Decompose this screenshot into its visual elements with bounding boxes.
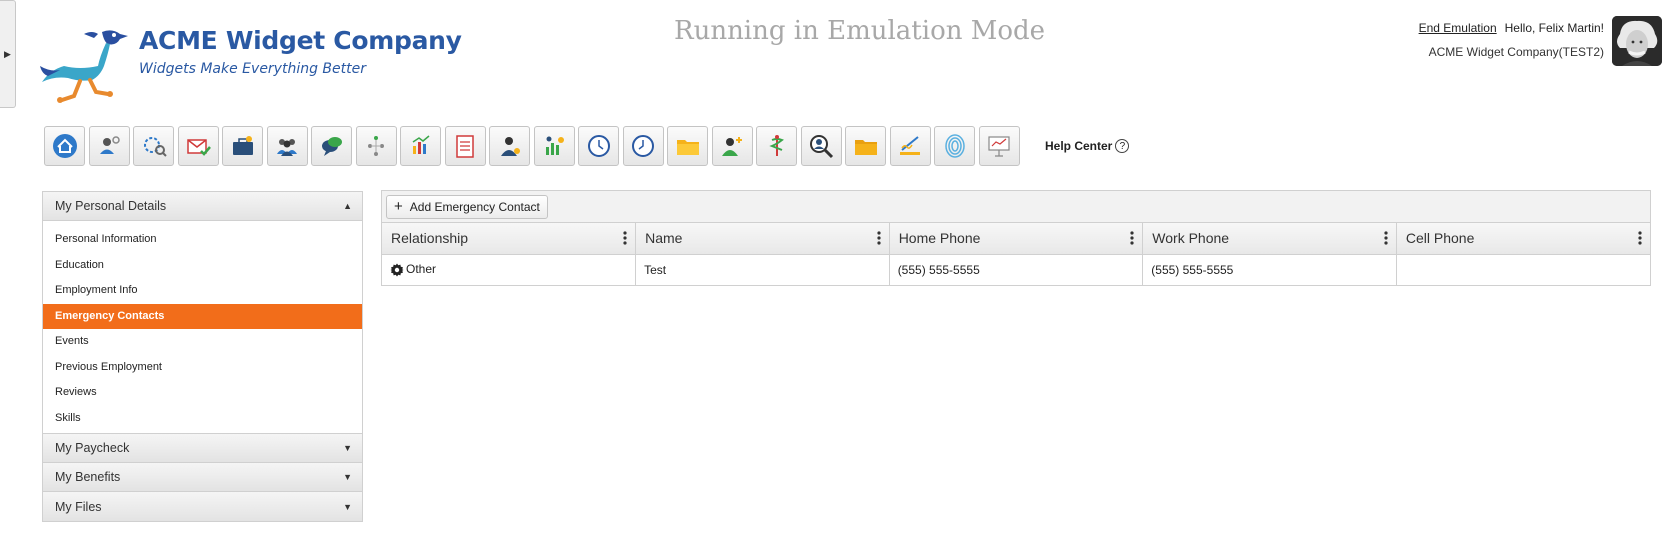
column-header-home-phone[interactable]: Home Phone: [889, 223, 1144, 255]
add-emergency-contact-button[interactable]: + Add Emergency Contact: [386, 194, 548, 219]
table-header-row: Relationship Name Home Phone Work Phone …: [382, 223, 1650, 255]
column-menu-icon[interactable]: [623, 231, 627, 245]
emulation-mode-banner: Running in Emulation Mode: [674, 16, 1046, 46]
column-label: Name: [645, 230, 683, 247]
column-header-work-phone[interactable]: Work Phone: [1142, 223, 1397, 255]
nav-item-education[interactable]: Education: [43, 253, 362, 279]
personal-nav-panel: My Personal Details ▲ Personal Informati…: [42, 191, 363, 522]
company-context: ACME Widget Company(TEST2): [1428, 45, 1604, 59]
checklist-icon[interactable]: [444, 126, 486, 166]
plus-icon: +: [394, 198, 403, 215]
briefcase-icon[interactable]: [222, 126, 263, 166]
nav-item-employment-info[interactable]: Employment Info: [43, 278, 362, 304]
company-tagline: Widgets Make Everything Better: [139, 61, 366, 77]
search-person-icon[interactable]: [800, 126, 842, 166]
org-chart-icon[interactable]: [355, 126, 397, 166]
gear-icon[interactable]: [390, 263, 404, 277]
team-icon[interactable]: [266, 126, 308, 166]
employee-badge-icon[interactable]: [489, 126, 530, 166]
cell-cell-phone: [1396, 254, 1650, 285]
table-row[interactable]: Other Test (555) 555-5555 (555) 555-5555: [382, 254, 1650, 285]
caret-down-icon: ▼: [343, 472, 352, 482]
settings-search-icon[interactable]: [133, 126, 174, 166]
nav-item-previous-employment[interactable]: Previous Employment: [43, 355, 362, 381]
help-center-link[interactable]: Help Center ?: [1045, 139, 1130, 153]
mail-check-icon[interactable]: [177, 126, 219, 166]
nav-item-emergency-contacts[interactable]: Emergency Contacts: [43, 303, 362, 329]
cell-text: Other: [406, 262, 437, 277]
add-button-label: Add Emergency Contact: [409, 199, 540, 214]
column-header-cell-phone[interactable]: Cell Phone: [1396, 223, 1650, 255]
folder-icon[interactable]: [667, 126, 708, 166]
cell-home-phone: (555) 555-5555: [889, 254, 1144, 285]
section-my-personal-details[interactable]: My Personal Details ▲: [43, 192, 362, 221]
section-label: My Personal Details: [55, 199, 167, 213]
caret-up-icon: ▲: [343, 201, 352, 211]
column-menu-icon[interactable]: [1638, 231, 1642, 245]
section-label: My Paycheck: [55, 441, 130, 455]
medical-icon[interactable]: [756, 126, 797, 166]
emergency-contacts-grid: + Add Emergency Contact Relationship Nam…: [381, 190, 1651, 286]
help-question-icon: ?: [1115, 139, 1130, 153]
end-emulation-link[interactable]: End Emulation: [1419, 21, 1497, 35]
nav-item-reviews[interactable]: Reviews: [43, 380, 362, 406]
nav-item-personal-information[interactable]: Personal Information: [43, 227, 362, 253]
user-avatar[interactable]: [1612, 16, 1662, 66]
module-toolbar: [44, 126, 1023, 166]
fingerprint-icon[interactable]: [934, 126, 975, 166]
user-add-icon[interactable]: [711, 126, 753, 166]
cell-name: Test: [635, 254, 890, 285]
roadrunner-logo: [40, 30, 128, 103]
cell-work-phone: (555) 555-5555: [1142, 254, 1397, 285]
column-menu-icon[interactable]: [1384, 231, 1388, 245]
column-menu-icon[interactable]: [877, 231, 881, 245]
greeting-text: Hello, Felix Martin!: [1504, 21, 1604, 35]
clock-icon[interactable]: [578, 126, 619, 166]
analytics-people-icon[interactable]: [533, 126, 575, 166]
home-icon[interactable]: [44, 126, 85, 166]
presentation-icon[interactable]: [978, 126, 1020, 166]
employee-settings-icon[interactable]: [88, 126, 130, 166]
clock-alt-icon[interactable]: [622, 126, 664, 166]
caret-right-icon: ▶: [4, 48, 11, 59]
signature-icon[interactable]: [889, 126, 931, 166]
user-info: End Emulation Hello, Felix Martin!: [1419, 21, 1604, 35]
nav-item-events[interactable]: Events: [43, 329, 362, 355]
column-label: Cell Phone: [1405, 230, 1475, 247]
contacts-table: Relationship Name Home Phone Work Phone …: [382, 223, 1650, 285]
chat-icon[interactable]: [311, 126, 352, 166]
folder-alt-icon[interactable]: [845, 126, 886, 166]
section-my-files[interactable]: My Files ▼: [43, 492, 362, 521]
section-my-benefits[interactable]: My Benefits ▼: [43, 463, 362, 492]
column-label: Relationship: [391, 230, 469, 247]
column-label: Home Phone: [898, 230, 981, 247]
caret-down-icon: ▼: [343, 501, 352, 512]
caret-down-icon: ▼: [343, 443, 352, 453]
report-chart-icon[interactable]: [400, 126, 441, 166]
section-label: My Benefits: [55, 470, 121, 484]
nav-item-skills[interactable]: Skills: [43, 406, 362, 432]
section-label: My Files: [55, 499, 102, 514]
section-my-paycheck[interactable]: My Paycheck ▼: [43, 434, 362, 463]
column-header-relationship[interactable]: Relationship: [382, 223, 637, 255]
personal-details-items: Personal Information Education Employmen…: [43, 221, 362, 434]
column-header-name[interactable]: Name: [635, 223, 890, 255]
cell-relationship: Other: [382, 254, 637, 285]
column-menu-icon[interactable]: [1130, 231, 1134, 245]
help-center-label: Help Center: [1045, 139, 1113, 153]
grid-toolbar: + Add Emergency Contact: [382, 191, 1650, 223]
company-name: ACME Widget Company: [139, 26, 462, 55]
column-label: Work Phone: [1152, 230, 1230, 247]
sidebar-toggle-button[interactable]: ▶: [0, 0, 16, 108]
